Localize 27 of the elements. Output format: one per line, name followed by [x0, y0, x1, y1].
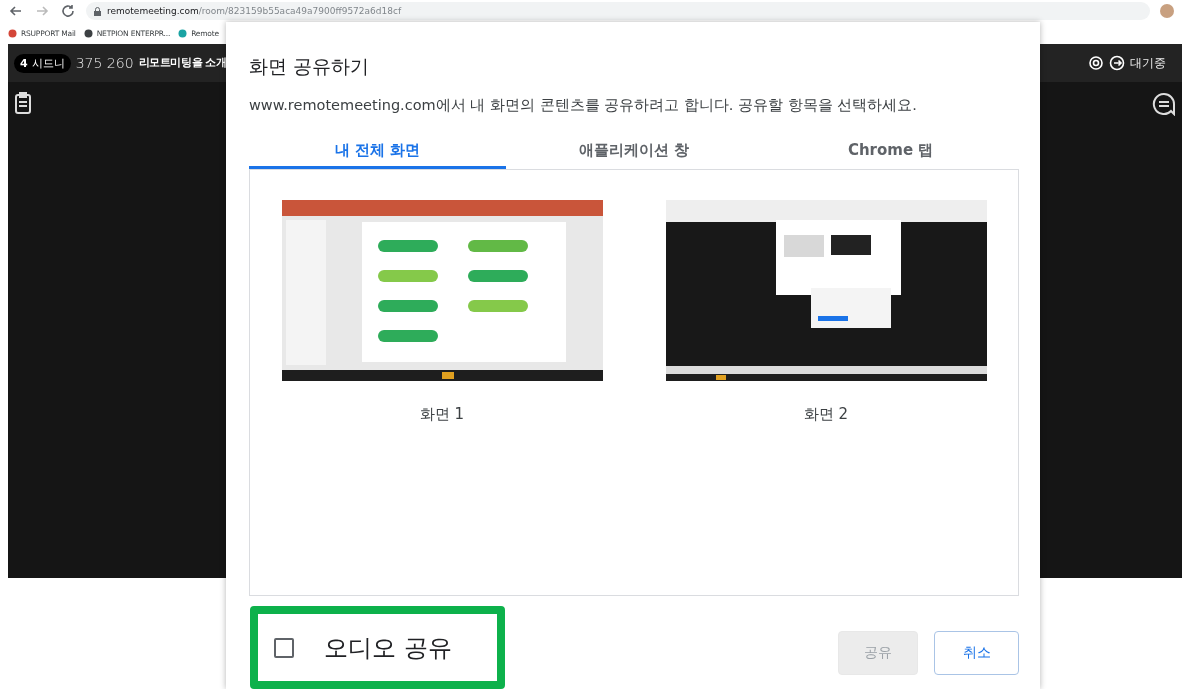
source-label: 화면 2: [803, 405, 849, 424]
participant-count: 4: [20, 56, 28, 70]
dialog-title: 화면 공유하기: [249, 54, 371, 79]
url-path: /room/823159b55aca49a7900ff9572a6d18cf: [198, 6, 402, 16]
bookmark-icon: [83, 28, 93, 38]
location-label: 시드니: [31, 55, 65, 71]
audio-checkbox[interactable]: [274, 637, 294, 658]
address-bar[interactable]: remotemeeting.com/room/823159b55aca49a7900ff9572a6d18cf: [86, 2, 1150, 20]
status-label: 대기중: [1130, 54, 1166, 72]
clipboard-icon[interactable]: [14, 92, 32, 114]
dialog-description: www.remotemeeting.com에서 내 화면의 콘텐츠를 공유하려고 합니다. 공유할 항목을 선택하세요.: [249, 96, 918, 115]
reload-icon[interactable]: [60, 3, 76, 19]
exit-icon[interactable]: [1109, 55, 1125, 71]
source-label: 화면 1: [419, 405, 465, 424]
room-number: 375 260: [75, 55, 134, 71]
tab[interactable]: Chrome 탭: [762, 135, 1019, 169]
cancel-button[interactable]: 취소: [934, 630, 1019, 675]
bookmark-icon: [8, 28, 17, 38]
chat-icon[interactable]: [1152, 92, 1176, 116]
url-host: remotemeeting.com: [107, 6, 199, 16]
settings-icon[interactable]: [1088, 55, 1104, 71]
audio-share-label: 오디오 공유: [324, 632, 452, 664]
tab[interactable]: 내 전체 화면: [249, 135, 506, 169]
bookmark-icon: [178, 28, 188, 38]
tab[interactable]: 애플리케이션 창: [505, 135, 763, 169]
lock-icon: [94, 6, 101, 16]
room-title: 리모트미팅을 소개: [138, 56, 227, 70]
